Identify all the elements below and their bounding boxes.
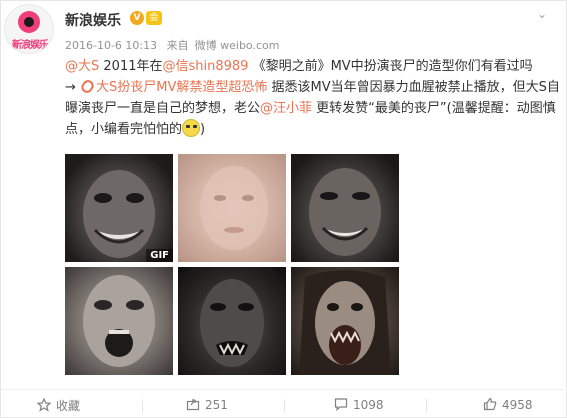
post-source[interactable]: 微博 weibo.com [195,39,280,52]
paperclip-icon [79,78,96,95]
image-thumbnail[interactable]: GIF [65,154,173,262]
post-meta: 2016-10-6 10:13 来自 微博 weibo.com [65,37,285,53]
repost-button[interactable]: 251 [186,397,228,415]
image-thumbnail[interactable] [65,267,173,375]
zombie-face-image [83,275,155,367]
image-thumbnail[interactable] [178,267,286,375]
comment-button[interactable]: 1098 [334,397,384,415]
article-link[interactable]: 大S扮丧尸MV解禁造型超恐怖 [96,80,267,95]
action-divider [1,389,567,390]
blurred-face-image [200,166,268,250]
zombie-face-image [83,170,155,258]
action-separator [284,399,285,413]
weibo-card: 新浪娱乐 新浪娱乐 V 会 ⌄ 2016-10-6 10:13 来自 微博 wei… [0,0,567,418]
zombie-face-image [309,168,381,256]
chevron-down-icon[interactable]: ⌄ [532,5,552,25]
mention-link[interactable]: @信shin8989 [162,59,248,74]
username[interactable]: 新浪娱乐 [65,10,121,30]
favorite-button[interactable]: 收藏 [37,397,80,415]
zombie-face-image [200,279,264,367]
eye-logo-icon [18,11,40,33]
post-text: 《黎明之前》MV中扮演丧尸的造型你们有看过吗 [248,59,533,74]
gif-badge: GIF [146,249,173,262]
like-count: 4958 [502,398,533,412]
action-separator [142,399,143,413]
verified-icon[interactable]: V [130,11,144,25]
arrow-text: → [65,80,76,95]
avatar[interactable]: 新浪娱乐 [4,4,54,54]
repost-count: 251 [205,398,228,412]
image-thumbnail[interactable] [178,154,286,262]
mention-link[interactable]: @大S [65,59,99,74]
post-text: ) [200,122,206,137]
source-prefix: 来自 [166,39,189,52]
post-time[interactable]: 2016-10-6 10:13 [65,39,157,52]
image-thumbnail[interactable] [291,267,399,375]
mention-link[interactable]: @汪小菲 [260,101,312,116]
image-thumbnail[interactable] [291,154,399,262]
share-icon [186,399,200,411]
comment-count: 1098 [353,398,384,412]
member-badge-icon[interactable]: 会 [146,11,162,25]
post-text: 2011年在 [99,59,163,74]
post-content: @大S 2011年在@信shin8989 《黎明之前》MV中扮演丧尸的造型你们有… [65,56,560,140]
star-icon [37,398,51,412]
action-separator [426,399,427,413]
comment-icon [334,398,348,411]
scared-emoji-icon [182,119,201,137]
avatar-text: 新浪娱乐 [12,40,49,51]
zombie-face-image [299,270,391,375]
like-button[interactable]: 4958 [483,397,533,415]
thumbs-up-icon [483,397,497,411]
favorite-label: 收藏 [56,399,81,413]
